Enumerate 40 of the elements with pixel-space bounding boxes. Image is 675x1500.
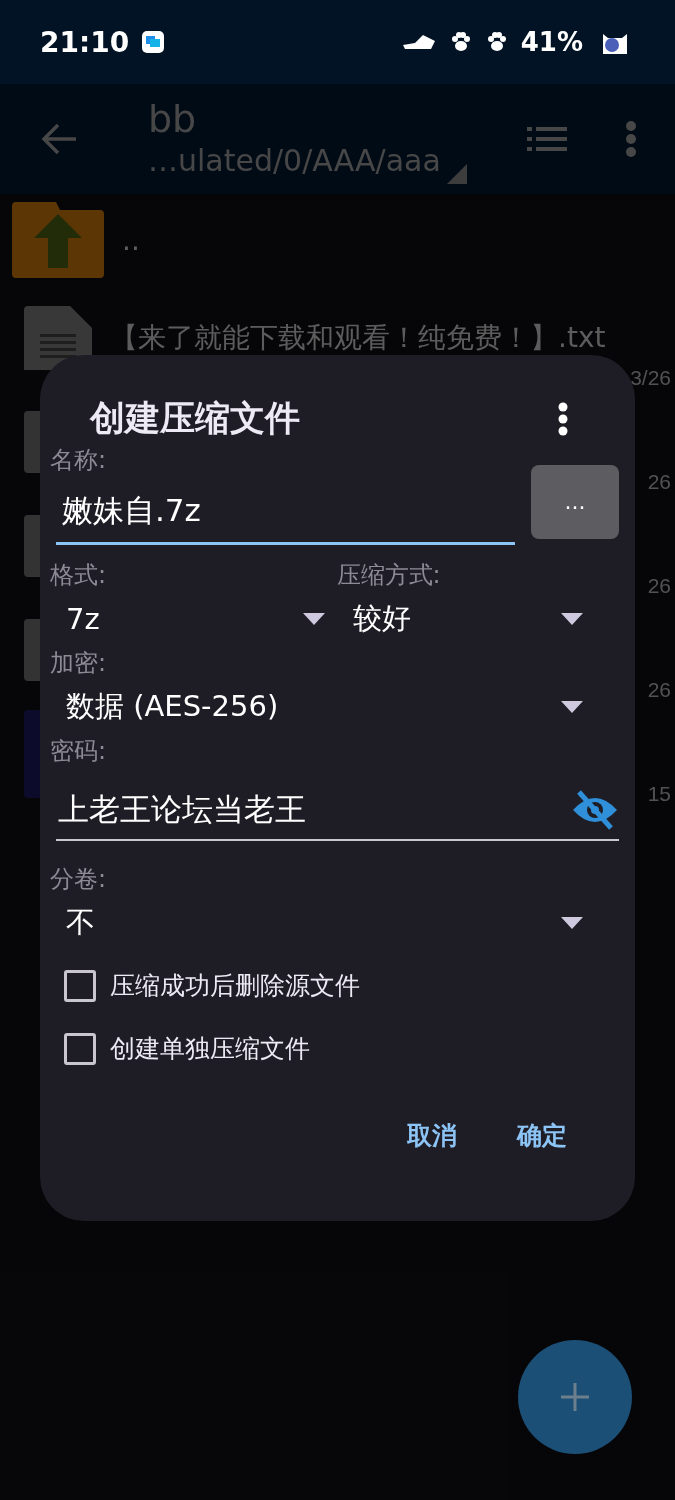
encryption-dropdown[interactable]: 数据 (AES-256) [50, 681, 619, 733]
dropdown-arrow-icon [561, 917, 583, 929]
name-input-field[interactable]: 嫩妹自.7z [56, 478, 515, 545]
volume-dropdown[interactable]: 不 [50, 897, 619, 949]
more-options-icon[interactable] [557, 401, 569, 436]
browse-button[interactable]: ... [531, 464, 619, 539]
checkbox[interactable] [64, 1032, 96, 1065]
app-notification-icon [141, 30, 166, 54]
parent-folder-icon[interactable] [12, 202, 104, 278]
field-label: 分卷: [50, 864, 108, 895]
file-date: 15 [647, 782, 671, 806]
file-date: 26 [647, 470, 671, 494]
dropdown-arrow-icon [561, 613, 583, 625]
method-dropdown[interactable]: 较好 [336, 593, 619, 645]
file-date: 3/26 [630, 366, 671, 390]
field-label: 名称: [50, 445, 108, 476]
dropdown-arrow-icon [561, 701, 583, 713]
field-label: 格式: [50, 560, 108, 591]
checkbox-label[interactable]: 压缩成功后删除源文件 [110, 969, 360, 1002]
clock: 21:10 [40, 25, 130, 59]
battery-level: 41% [520, 27, 583, 57]
field-label: 密码: [50, 736, 108, 767]
format-dropdown[interactable]: 7z [50, 593, 333, 645]
dialog-title: 创建压缩文件 [90, 397, 300, 440]
field-label: 加密: [50, 648, 108, 679]
dialog-button[interactable]: 取消 [403, 1113, 461, 1158]
list-view-icon[interactable] [527, 126, 567, 152]
field-label: 压缩方式: [336, 560, 442, 591]
dropdown-arrow-icon [302, 613, 325, 625]
file-date: 26 [647, 574, 671, 598]
checkbox-label[interactable]: 创建单独压缩文件 [110, 1032, 310, 1065]
dialog-button[interactable]: 确定 [513, 1113, 571, 1158]
dropdown-corner-icon[interactable] [446, 164, 467, 184]
folder-title: bb [148, 97, 198, 141]
password-input-field[interactable]: 上老王论坛当老王 [56, 779, 619, 841]
hide-password-icon[interactable] [571, 790, 619, 830]
file-date: 26 [647, 678, 671, 702]
plus-icon [559, 1381, 591, 1413]
checkbox[interactable] [64, 969, 96, 1002]
text-file-icon[interactable] [24, 306, 92, 370]
